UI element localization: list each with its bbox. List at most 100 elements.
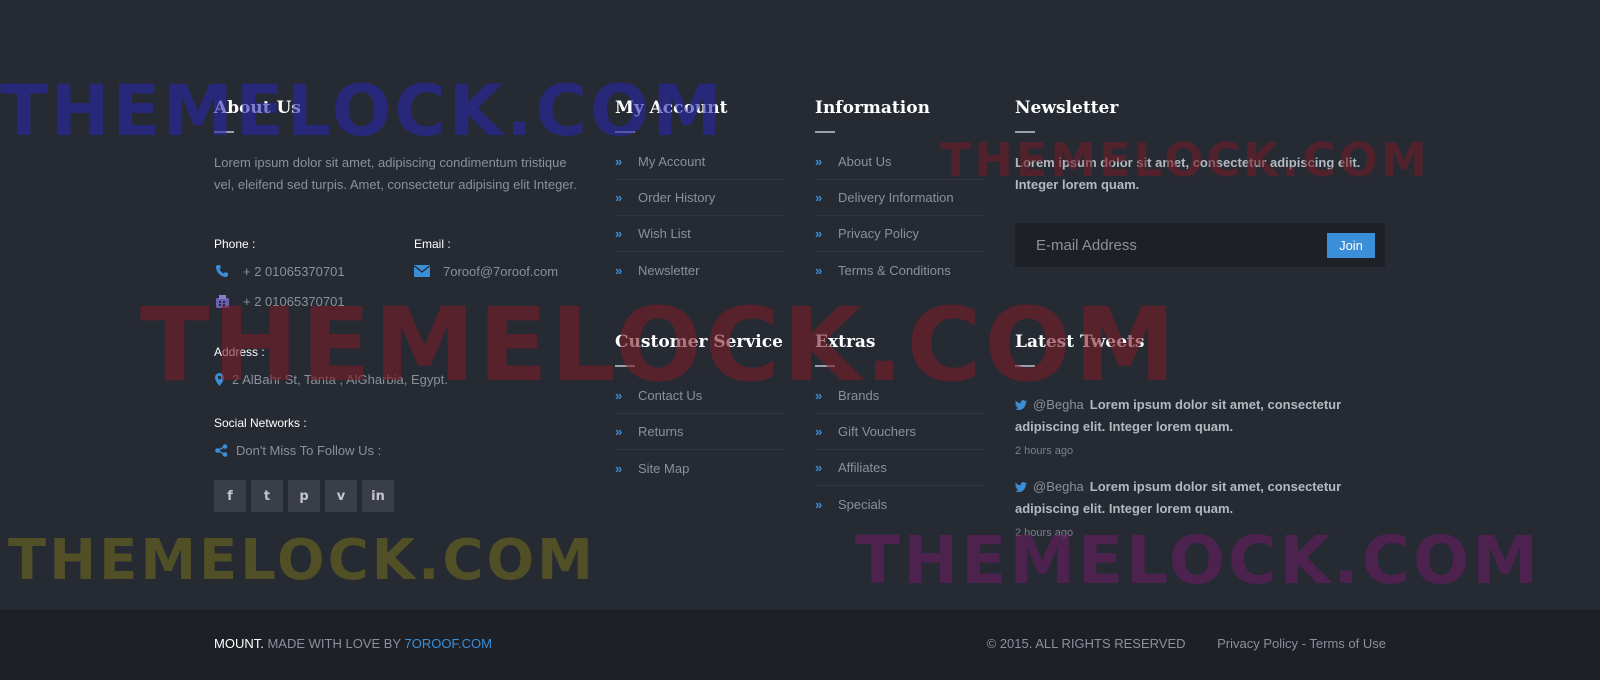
twitter-bird-icon <box>1015 400 1027 410</box>
tweet-handle[interactable]: @Begha <box>1033 397 1084 412</box>
about-us-heading: About Us <box>214 98 301 118</box>
information-heading: Information <box>815 98 930 118</box>
twitter-bird-icon <box>1015 482 1027 492</box>
newsletter-form: Join <box>1015 223 1385 267</box>
chevron-right-icon: » <box>615 424 623 439</box>
author-link[interactable]: 7OROOF.COM <box>405 636 492 651</box>
tweet-time: 2 hours ago <box>1015 527 1074 539</box>
map-marker-icon <box>214 371 224 387</box>
email-block: Email : 7oroof@7oroof.com <box>414 236 558 280</box>
latest-tweets-heading: Latest Tweets <box>1015 332 1145 352</box>
fax-icon <box>214 293 230 309</box>
chevron-right-icon: » <box>815 424 823 439</box>
link-specials[interactable]: » Specials <box>815 486 985 522</box>
address-row: 2 AlBahr St, Tanta , AlGharbia, Egypt. <box>214 370 584 388</box>
heading-divider <box>815 131 835 133</box>
heading-divider <box>1015 131 1035 133</box>
link-brands[interactable]: » Brands <box>815 378 985 414</box>
chevron-right-icon: » <box>815 226 823 241</box>
link-returns[interactable]: » Returns <box>615 414 785 450</box>
information-links: » About Us » Delivery Information » Privacy… <box>815 144 985 288</box>
chevron-right-icon: » <box>815 496 823 512</box>
chevron-right-icon: » <box>815 388 823 403</box>
social-follow-text: Don't Miss To Follow Us : <box>236 442 382 458</box>
link-order-history[interactable]: » Order History <box>615 180 785 216</box>
social-icons: f t p v in <box>214 480 584 512</box>
chevron-right-icon: » <box>615 226 623 241</box>
extras-heading: Extras <box>815 332 876 352</box>
link-wish-list[interactable]: » Wish List <box>615 216 785 252</box>
my-account-heading: My Account <box>615 98 728 118</box>
linkedin-icon[interactable]: in <box>362 480 394 512</box>
latest-tweets-column: Latest Tweets @Begha Lorem ipsum dolor si… <box>1015 331 1385 540</box>
contact-info: Phone : + 2 01065370701 + 2 01065370701 … <box>214 236 584 336</box>
copyright-text: © 2015. ALL RIGHTS RESERVED <box>986 636 1186 651</box>
chevron-right-icon: » <box>815 262 823 278</box>
customer-service-heading: Customer Service <box>615 332 783 352</box>
heading-divider <box>615 131 635 133</box>
share-icon <box>214 442 228 458</box>
chevron-right-icon: » <box>615 460 623 476</box>
heading-divider <box>815 365 835 367</box>
email-input[interactable] <box>1015 223 1315 267</box>
extras-links: » Brands » Gift Vouchers » Affiliates » Spec… <box>815 378 985 522</box>
email-address[interactable]: 7oroof@7oroof.com <box>443 264 558 279</box>
my-account-column: My Account » My Account » Order History » W… <box>615 97 785 288</box>
chevron-right-icon: » <box>815 460 823 475</box>
social-row: Don't Miss To Follow Us : <box>214 441 584 459</box>
about-us-column: About Us Lorem ipsum dolor sit amet, adi… <box>214 97 584 512</box>
tweet-item: @Begha Lorem ipsum dolor sit amet, consec… <box>1015 476 1385 540</box>
link-about-us[interactable]: » About Us <box>815 144 985 180</box>
about-us-text: Lorem ipsum dolor sit amet, adipiscing c… <box>214 155 577 192</box>
chevron-right-icon: » <box>815 154 823 169</box>
footer-credits: MOUNT. MADE WITH LOVE BY 7OROOF.COM <box>214 636 492 651</box>
chevron-right-icon: » <box>815 190 823 205</box>
brand-name: MOUNT. <box>214 636 264 651</box>
join-button[interactable]: Join <box>1327 233 1375 258</box>
newsletter-column: Newsletter Lorem ipsum dolor sit amet, c… <box>1015 97 1385 267</box>
link-site-map[interactable]: » Site Map <box>615 450 785 486</box>
address-block: Address : 2 AlBahr St, Tanta , AlGharbia… <box>214 344 584 388</box>
heading-divider <box>1015 365 1035 367</box>
heading-divider <box>615 365 635 367</box>
chevron-right-icon: » <box>615 388 623 403</box>
heading-divider <box>214 131 234 133</box>
link-my-account[interactable]: » My Account <box>615 144 785 180</box>
social-label: Social Networks : <box>214 416 307 430</box>
link-delivery-information[interactable]: » Delivery Information <box>815 180 985 216</box>
email-row: 7oroof@7oroof.com <box>414 262 558 280</box>
newsletter-text: Lorem ipsum dolor sit amet, consectetur … <box>1015 155 1361 192</box>
link-contact-us[interactable]: » Contact Us <box>615 378 785 414</box>
pinterest-icon[interactable]: p <box>288 480 320 512</box>
link-affiliates[interactable]: » Affiliates <box>815 450 985 486</box>
chevron-right-icon: » <box>615 154 623 169</box>
chevron-right-icon: » <box>615 262 623 278</box>
fax-number[interactable]: + 2 01065370701 <box>243 294 345 309</box>
customer-service-column: Customer Service » Contact Us » Returns » S… <box>615 331 785 486</box>
legal-separator: - <box>1301 636 1307 651</box>
terms-of-use-link[interactable]: Terms of Use <box>1309 636 1386 651</box>
information-column: Information » About Us » Delivery Informat… <box>815 97 985 288</box>
email-label: Email : <box>414 237 451 251</box>
address-label: Address : <box>214 345 265 359</box>
customer-service-links: » Contact Us » Returns » Site Map <box>615 378 785 486</box>
fax-row: + 2 01065370701 <box>214 292 584 310</box>
tweet-handle[interactable]: @Begha <box>1033 479 1084 494</box>
extras-column: Extras » Brands » Gift Vouchers » Affiliate… <box>815 331 985 522</box>
link-gift-vouchers[interactable]: » Gift Vouchers <box>815 414 985 450</box>
tweet-time: 2 hours ago <box>1015 445 1074 457</box>
made-with-love-text: MADE WITH LOVE BY <box>267 636 401 651</box>
my-account-links: » My Account » Order History » Wish List » N… <box>615 144 785 288</box>
envelope-icon <box>414 263 430 279</box>
link-newsletter[interactable]: » Newsletter <box>615 252 785 288</box>
twitter-icon[interactable]: t <box>251 480 283 512</box>
facebook-icon[interactable]: f <box>214 480 246 512</box>
link-privacy-policy[interactable]: » Privacy Policy <box>815 216 985 252</box>
social-block: Social Networks : Don't Miss To Follow U… <box>214 415 584 512</box>
tweet-item: @Begha Lorem ipsum dolor sit amet, consec… <box>1015 394 1385 458</box>
privacy-policy-link[interactable]: Privacy Policy <box>1217 636 1298 651</box>
link-terms-conditions[interactable]: » Terms & Conditions <box>815 252 985 288</box>
newsletter-heading: Newsletter <box>1015 98 1119 118</box>
vimeo-icon[interactable]: v <box>325 480 357 512</box>
phone-number[interactable]: + 2 01065370701 <box>243 264 345 279</box>
